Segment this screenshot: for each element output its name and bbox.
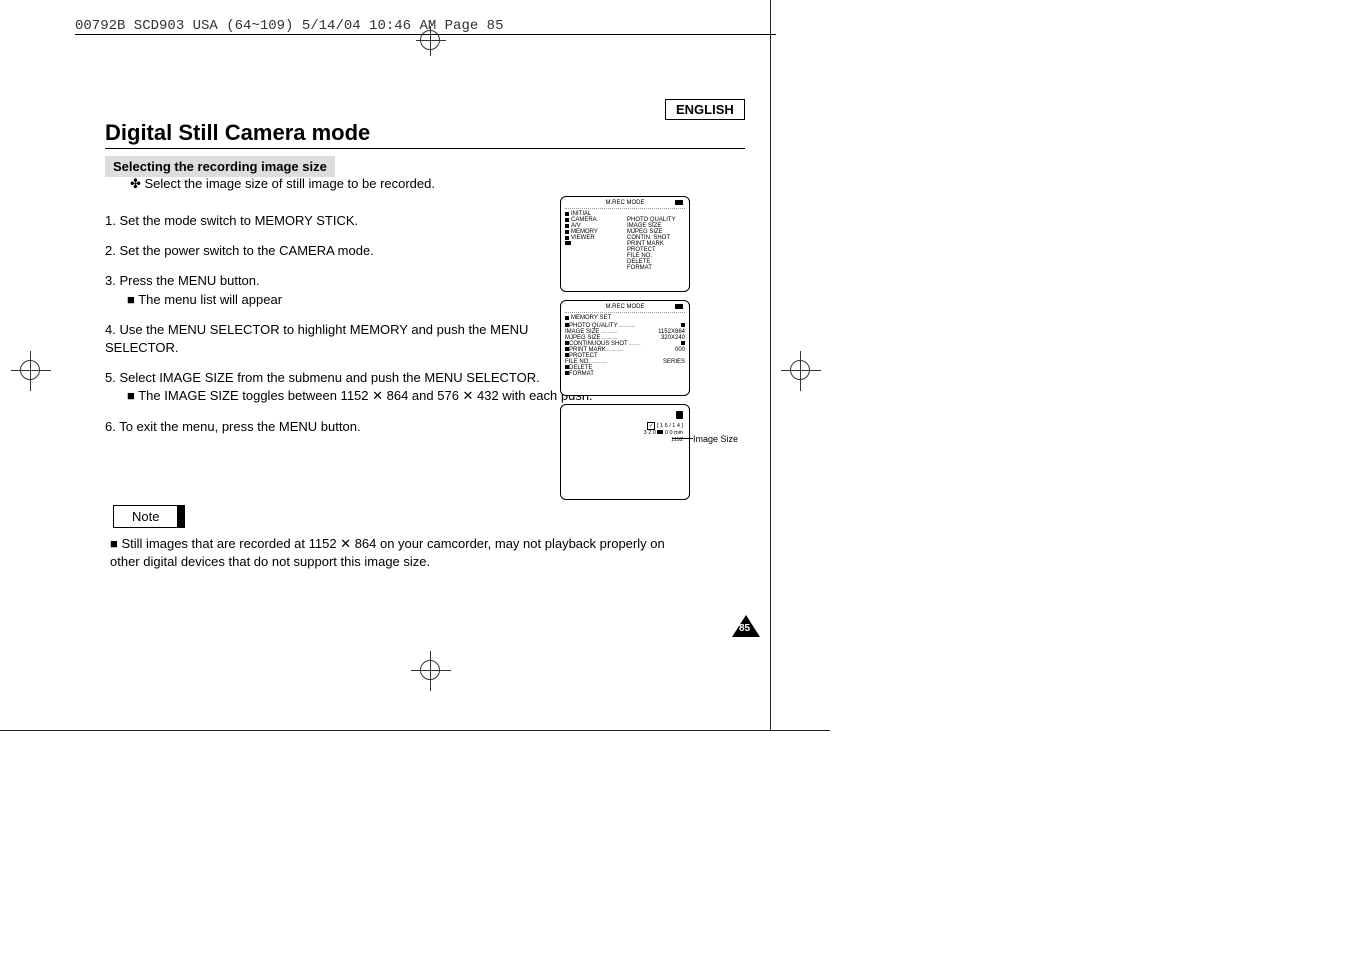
lcd1-title: M.REC MODE [565,200,685,209]
registration-mark-left [20,360,40,380]
step-5-text: 5. Select IMAGE SIZE from the submenu an… [105,370,540,385]
lcd2-title: M.REC MODE [565,304,685,313]
step-6: 6. To exit the menu, press the MENU butt… [105,418,595,436]
note-label-box: Note [113,505,185,528]
callout-line [672,438,693,439]
lcd1-right-col: PHOTO QUALITY IMAGE SIZE MJPEG SIZE CONT… [627,211,685,271]
language-box: ENGLISH [665,99,745,120]
lcd1-left-col: INITIAL CAMERA A/V MEMORY VIEWER [565,211,623,271]
instruction-list: 1. Set the mode switch to MEMORY STICK. … [105,200,595,436]
registration-mark-right [790,360,810,380]
fold-line [770,0,771,730]
lcd-screen-3: ✓ [ 1 5 / 1 4 ] 3 2 0 0 0 min 1152 [560,404,690,500]
lcd-screen-1: M.REC MODE INITIAL CAMERA A/V MEMORY VIE… [560,196,690,292]
registration-mark-bottom [420,660,440,680]
page-number-badge: 85 [732,615,760,637]
print-header-tag: 00792B SCD903 USA (64~109) 5/14/04 10:46… [75,18,503,34]
lcd2-menu-list: PHOTO QUALITY.............. IMAGE SIZE..… [565,323,685,377]
camera-icon [675,304,683,309]
section-subtitle: Selecting the recording image size [105,156,335,177]
note-text: Still images that are recorded at 1152 ✕… [110,535,690,571]
intro-text: ✤ Select the image size of still image t… [130,176,435,192]
lcd-screen-2: M.REC MODE MEMORY SET PHOTO QUALITY.....… [560,300,690,396]
camera-icon [675,200,683,205]
step-3-sub: The menu list will appear [127,291,595,309]
bottom-rule [0,730,830,731]
step-3-text: 3. Press the MENU button. [105,273,260,288]
step-1: 1. Set the mode switch to MEMORY STICK. [105,212,595,230]
step-5-sub: The IMAGE SIZE toggles between 1152 ✕ 86… [127,387,595,405]
page-title: Digital Still Camera mode [105,120,370,146]
camcorder-icon [657,430,663,434]
lcd3-status: ✓ [ 1 5 / 1 4 ] 3 2 0 0 0 min 1152 [644,411,683,445]
step-2: 2. Set the power switch to the CAMERA mo… [105,242,595,260]
image-size-callout: Image Size [693,434,738,444]
camcorder-icon [565,241,571,245]
registration-mark-top [420,30,440,50]
step-4: 4. Use the MENU SELECTOR to highlight ME… [105,321,595,357]
sd-card-icon [676,411,683,419]
step-5: 5. Select IMAGE SIZE from the submenu an… [105,369,595,405]
lcd2-subtitle: MEMORY SET [571,315,611,321]
step-3: 3. Press the MENU button. The menu list … [105,272,595,308]
title-rule [105,148,745,149]
